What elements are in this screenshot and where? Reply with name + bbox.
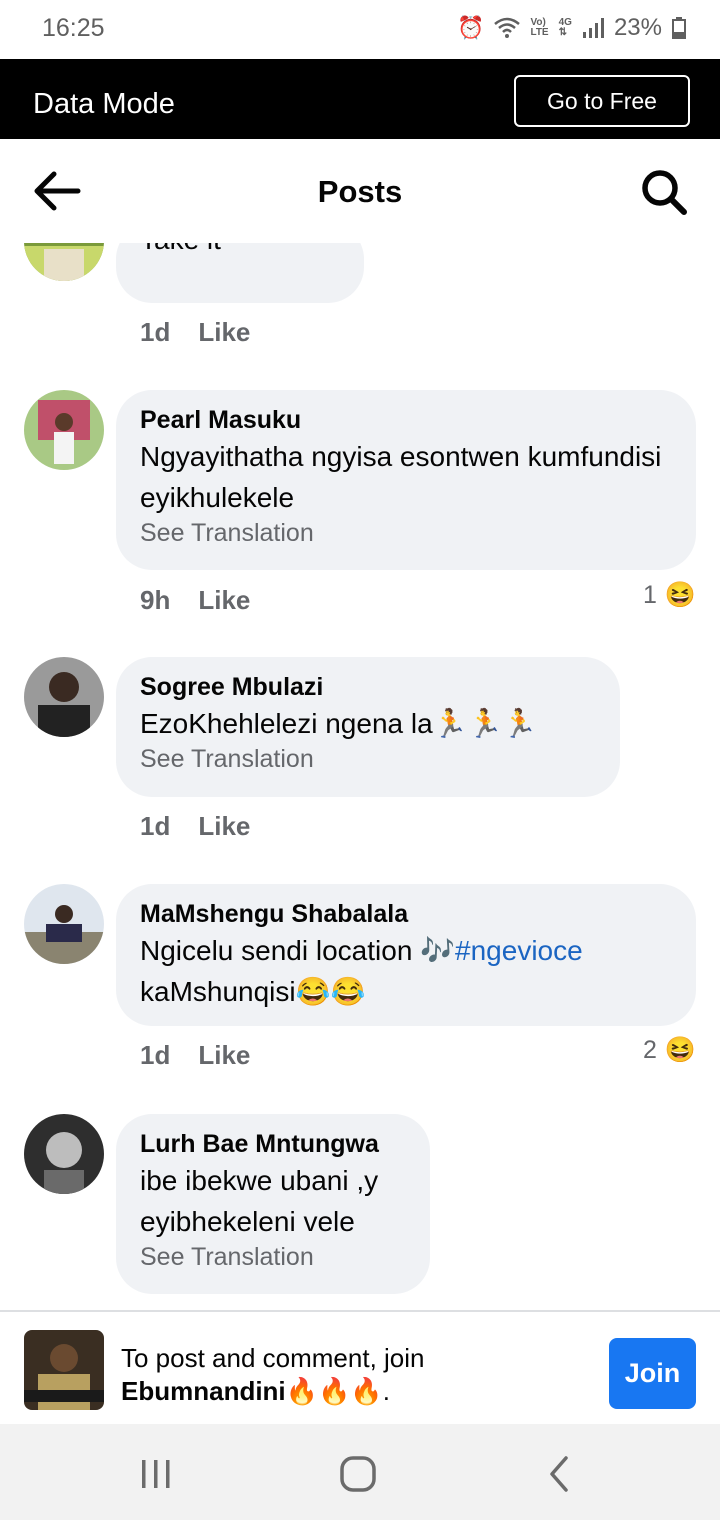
join-prompt: To post and comment, join Ebumnandini🔥🔥🔥… [121,1342,425,1408]
comment-bubble[interactable]: Sogree Mbulazi EzoKhehlelezi ngena la🏃🏃🏃… [116,657,620,797]
back-icon[interactable] [536,1450,584,1498]
comment-text: Ngicelu sendi location 🎶#ngevioce kaMshun… [140,930,672,1012]
reaction-count: 2 [642,1036,657,1064]
comment-author[interactable]: MaMshengu Shabalala [140,898,672,930]
status-icons: ⏰ Vo) LTE 4G ⇅ 23% [457,14,686,42]
comment-text-part: Ngicelu sendi location 🎶 [140,935,456,966]
avatar[interactable] [24,243,104,281]
comment-author[interactable]: Sogree Mbulazi [140,671,596,703]
status-time: 16:25 [42,14,105,42]
group-name[interactable]: Ebumnandini🔥🔥🔥 [121,1376,383,1406]
avatar-photo [24,243,104,281]
home-icon[interactable] [334,1450,382,1498]
see-translation-link[interactable]: See Translation [140,518,672,549]
comment-time: 1d [140,317,171,347]
comment-meta: 9h Like [140,585,250,616]
data-mode-bar: Data Mode Go to Free [0,59,720,139]
avatar-photo [24,390,104,470]
battery-icon [672,17,686,39]
top-bar: Posts [0,139,720,243]
page-title: Posts [317,174,403,209]
avatar-photo [24,657,104,737]
comment-time: 1d [140,1040,171,1070]
like-button[interactable]: Like [198,317,250,348]
avatar-photo [24,1114,104,1194]
comment-meta: 1d Like [140,1040,250,1071]
reaction-summary[interactable]: 2 😆 [643,1036,696,1065]
avatar[interactable] [24,884,104,964]
comment-author[interactable]: Lurh Bae Mntungwa [140,1128,406,1160]
comment-time: 1d [140,811,171,841]
avatar[interactable] [24,657,104,737]
alarm-icon: ⏰ [457,15,485,40]
comment-meta: 1d Like [140,317,250,348]
comment-list[interactable]: Take it 1d Like Pearl Masuku Ngyayithath… [0,243,720,1311]
join-prompt-period: . [382,1376,391,1406]
group-cover-image[interactable] [24,1330,104,1410]
group-cover-photo [24,1330,104,1410]
data-mode-label: Data Mode [33,88,175,120]
go-to-free-button[interactable]: Go to Free [514,75,690,127]
comment-time: 9h [140,585,171,615]
comment-meta: 1d Like [140,811,250,842]
laughing-reaction-icon: 😆 [664,1036,696,1064]
comment-text-part: kaMshunqisi😂😂 [140,976,366,1007]
avatar[interactable] [24,1114,104,1194]
avatar[interactable] [24,390,104,470]
comment-bubble[interactable]: MaMshengu Shabalala Ngicelu sendi locati… [116,884,696,1026]
signal-icon [582,18,604,38]
join-group-bar: To post and comment, join Ebumnandini🔥🔥🔥… [0,1310,720,1424]
comment-bubble[interactable]: Take it [116,243,364,303]
data-arrows-icon: ⇅ [558,27,567,38]
reaction-summary[interactable]: 1 😆 [643,581,696,610]
system-nav-bar [0,1424,720,1520]
like-button[interactable]: Like [198,1040,250,1071]
like-button[interactable]: Like [198,811,250,842]
see-translation-link[interactable]: See Translation [140,1242,406,1273]
search-icon[interactable] [640,168,688,216]
join-button[interactable]: Join [609,1338,696,1409]
comment-text: ibe ibekwe ubani ,y eyibhekeleni vele [140,1165,379,1237]
comment-bubble[interactable]: Lurh Bae Mntungwa ibe ibekwe ubani ,y ey… [116,1114,430,1294]
comment-text: Ngyayithatha ngyisa esontwen kumfundisi … [140,441,662,513]
comment-author[interactable]: Pearl Masuku [140,404,672,436]
see-translation-link[interactable]: See Translation [140,744,596,775]
volte-indicator: Vo) LTE [530,18,548,38]
lte-label: LTE [530,27,549,38]
wifi-icon [494,17,521,38]
comment-bubble[interactable]: Pearl Masuku Ngyayithatha ngyisa esontwe… [116,390,696,570]
laughing-reaction-icon: 😆 [664,581,696,609]
comment-text: Take it [140,243,340,260]
recents-icon[interactable] [132,1450,180,1498]
hashtag-link[interactable]: #ngevioce [455,935,583,966]
like-button[interactable]: Like [198,585,250,616]
join-prompt-text: To post and comment, join [121,1343,425,1373]
network-4g-indicator: 4G ⇅ [559,18,572,38]
reaction-count: 1 [642,581,657,609]
battery-percent: 23% [613,14,662,41]
comment-text: EzoKhehlelezi ngena la🏃🏃🏃 [140,708,538,739]
avatar-photo [24,884,104,964]
status-bar: 16:25 ⏰ Vo) LTE 4G ⇅ 23% [0,0,720,59]
